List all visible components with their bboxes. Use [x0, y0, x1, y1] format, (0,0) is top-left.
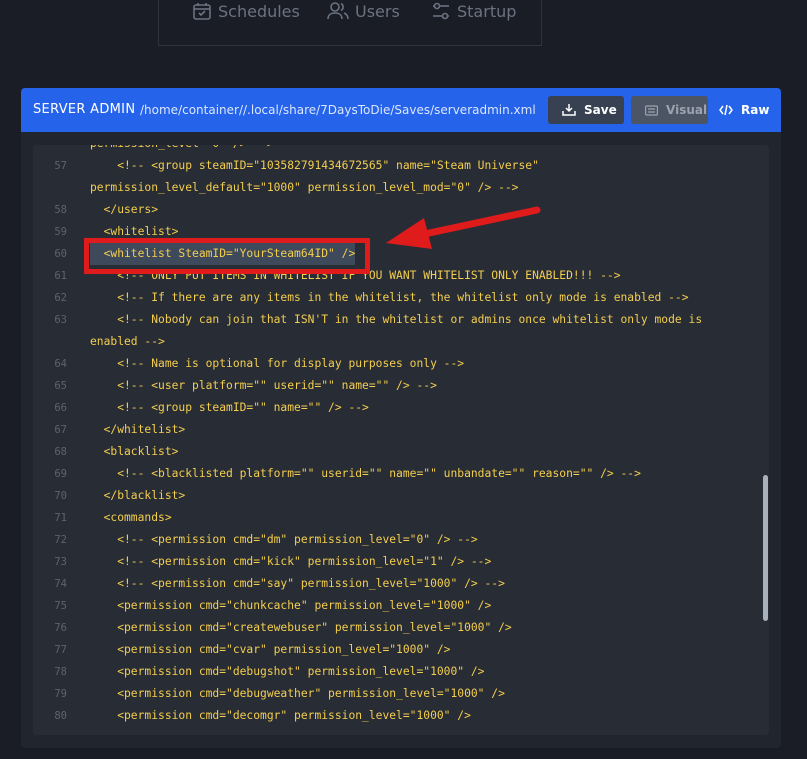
save-icon: [562, 104, 576, 116]
code-text: <!-- <permission cmd="kick" permission_l…: [90, 555, 492, 568]
code-line: 79 <permission cmd="debugweather" permis…: [33, 683, 753, 705]
code-text: <permission cmd="debugshot" permission_l…: [90, 665, 485, 678]
editor-scrollbar[interactable]: [763, 475, 768, 621]
code-text: </blacklist>: [90, 489, 186, 502]
code-text: <permission cmd="decomgr" permission_lev…: [90, 709, 471, 722]
code-text: <!-- Name is optional for display purpos…: [90, 357, 465, 370]
line-number: 59: [54, 226, 67, 238]
code-text: </users>: [90, 203, 159, 216]
save-button[interactable]: Save: [548, 96, 624, 124]
code-line: 62 <!-- If there are any items in the wh…: [33, 287, 753, 309]
code-line: 80 <permission cmd="decomgr" permission_…: [33, 705, 753, 727]
code-text: enabled -->: [90, 335, 165, 348]
calendar-icon: [193, 3, 211, 20]
code-text: <!-- <blacklisted platform="" userid="" …: [90, 467, 641, 480]
code-line: 64 <!-- Name is optional for display pur…: [33, 353, 753, 375]
red-arrow-annotation: [386, 206, 541, 249]
code-text: <permission cmd="debugweather" permissio…: [90, 687, 505, 700]
nav-startup[interactable]: Startup: [431, 0, 516, 22]
line-number: 70: [54, 490, 67, 502]
code-line: 76 <permission cmd="createwebuser" permi…: [33, 617, 753, 639]
raw-mode-button[interactable]: Raw: [711, 96, 771, 124]
nav-schedules[interactable]: Schedules: [192, 0, 300, 22]
code-text: </whitelist>: [90, 423, 186, 436]
line-number: 79: [54, 688, 67, 700]
code-line: 72 <!-- <permission cmd="dm" permission_…: [33, 529, 753, 551]
line-number: 69: [54, 468, 67, 480]
code-text: <!-- If there are any items in the white…: [90, 291, 689, 304]
code-text: <blacklist>: [90, 445, 179, 458]
code-text: <!-- Nobody can join that ISN'T in the w…: [90, 313, 703, 326]
line-number: 72: [54, 534, 67, 546]
code-line: 71 <commands>: [33, 507, 753, 529]
nav-users[interactable]: Users: [327, 0, 400, 22]
nav-schedules-label: Schedules: [218, 1, 300, 21]
code-text: <!-- <permission cmd="say" permission_le…: [90, 577, 505, 590]
code-line: enabled -->: [33, 331, 753, 353]
code-text: <!-- <permission cmd="dm" permission_lev…: [90, 533, 478, 546]
code-line: 63 <!-- Nobody can join that ISN'T in th…: [33, 309, 753, 331]
code-line: 73 <!-- <permission cmd="kick" permissio…: [33, 551, 753, 573]
code-line: 57 <!-- <group steamID="1035827914346725…: [33, 155, 753, 177]
line-number: 78: [54, 666, 67, 678]
code-line: 77 <permission cmd="cvar" permission_lev…: [33, 639, 753, 661]
line-number: 60: [54, 248, 67, 260]
line-number: 77: [54, 644, 67, 656]
code-text: permission_level="0" /> -->: [90, 145, 274, 155]
code-text: <!-- <group steamID="103582791434672565"…: [90, 159, 539, 172]
line-number: 68: [54, 446, 67, 458]
nav-users-label: Users: [355, 1, 400, 21]
code-line: 69 <!-- <blacklisted platform="" userid=…: [33, 463, 753, 485]
raw-label: Raw: [741, 103, 770, 117]
line-number: 73: [54, 556, 67, 568]
nav-startup-label: Startup: [457, 1, 517, 21]
line-number: 75: [54, 600, 67, 612]
code-text: <!-- <group steamID="" name="" /> -->: [90, 401, 369, 414]
code-line: 70 </blacklist>: [33, 485, 753, 507]
line-number: 62: [54, 292, 67, 304]
line-number: 63: [54, 314, 67, 326]
line-number: 76: [54, 622, 67, 634]
file-path: /home/container//.local/share/7DaysToDie…: [140, 103, 536, 117]
highlight-annotation-box: [84, 238, 370, 274]
visual-label: Visual: [666, 103, 708, 117]
keyboard-icon: [645, 104, 658, 116]
code-line: 67 </whitelist>: [33, 419, 753, 441]
code-line: 78 <permission cmd="debugshot" permissio…: [33, 661, 753, 683]
code-line: permission_level_default="1000" permissi…: [33, 177, 753, 199]
users-icon: [327, 2, 349, 20]
line-number: 65: [54, 380, 67, 392]
line-number: 67: [54, 424, 67, 436]
line-number: 58: [54, 204, 67, 216]
code-line: 68 <blacklist>: [33, 441, 753, 463]
code-line: 74 <!-- <permission cmd="say" permission…: [33, 573, 753, 595]
line-number: 80: [54, 710, 67, 722]
code-text: <commands>: [90, 511, 172, 524]
code-line: permission_level="0" /> -->: [33, 145, 753, 155]
sliders-icon: [433, 2, 449, 20]
code-text: <permission cmd="cvar" permission_level=…: [90, 643, 451, 656]
panel-title: SERVER ADMIN: [33, 102, 136, 117]
line-number: 74: [54, 578, 67, 590]
code-text: <permission cmd="chunkcache" permission_…: [90, 599, 492, 612]
line-number: 64: [54, 358, 67, 370]
file-editor-panel: SERVER ADMIN /home/container//.local/sha…: [21, 88, 781, 748]
code-text: permission_level_default="1000" permissi…: [90, 181, 519, 194]
code-icon: [719, 104, 733, 116]
panel-header: SERVER ADMIN /home/container//.local/sha…: [21, 88, 781, 132]
visual-mode-button[interactable]: Visual: [631, 96, 708, 124]
code-line: 75 <permission cmd="chunkcache" permissi…: [33, 595, 753, 617]
code-line: 65 <!-- <user platform="" userid="" name…: [33, 375, 753, 397]
top-nav: Schedules Users Startup: [158, 0, 542, 46]
code-text: <permission cmd="createwebuser" permissi…: [90, 621, 512, 634]
line-number: 61: [54, 270, 67, 282]
code-line: 66 <!-- <group steamID="" name="" /> -->: [33, 397, 753, 419]
line-number: 57: [54, 160, 67, 172]
code-text: <!-- <user platform="" userid="" name=""…: [90, 379, 437, 392]
line-number: 71: [54, 512, 67, 524]
line-number: 66: [54, 402, 67, 414]
save-label: Save: [584, 103, 617, 117]
